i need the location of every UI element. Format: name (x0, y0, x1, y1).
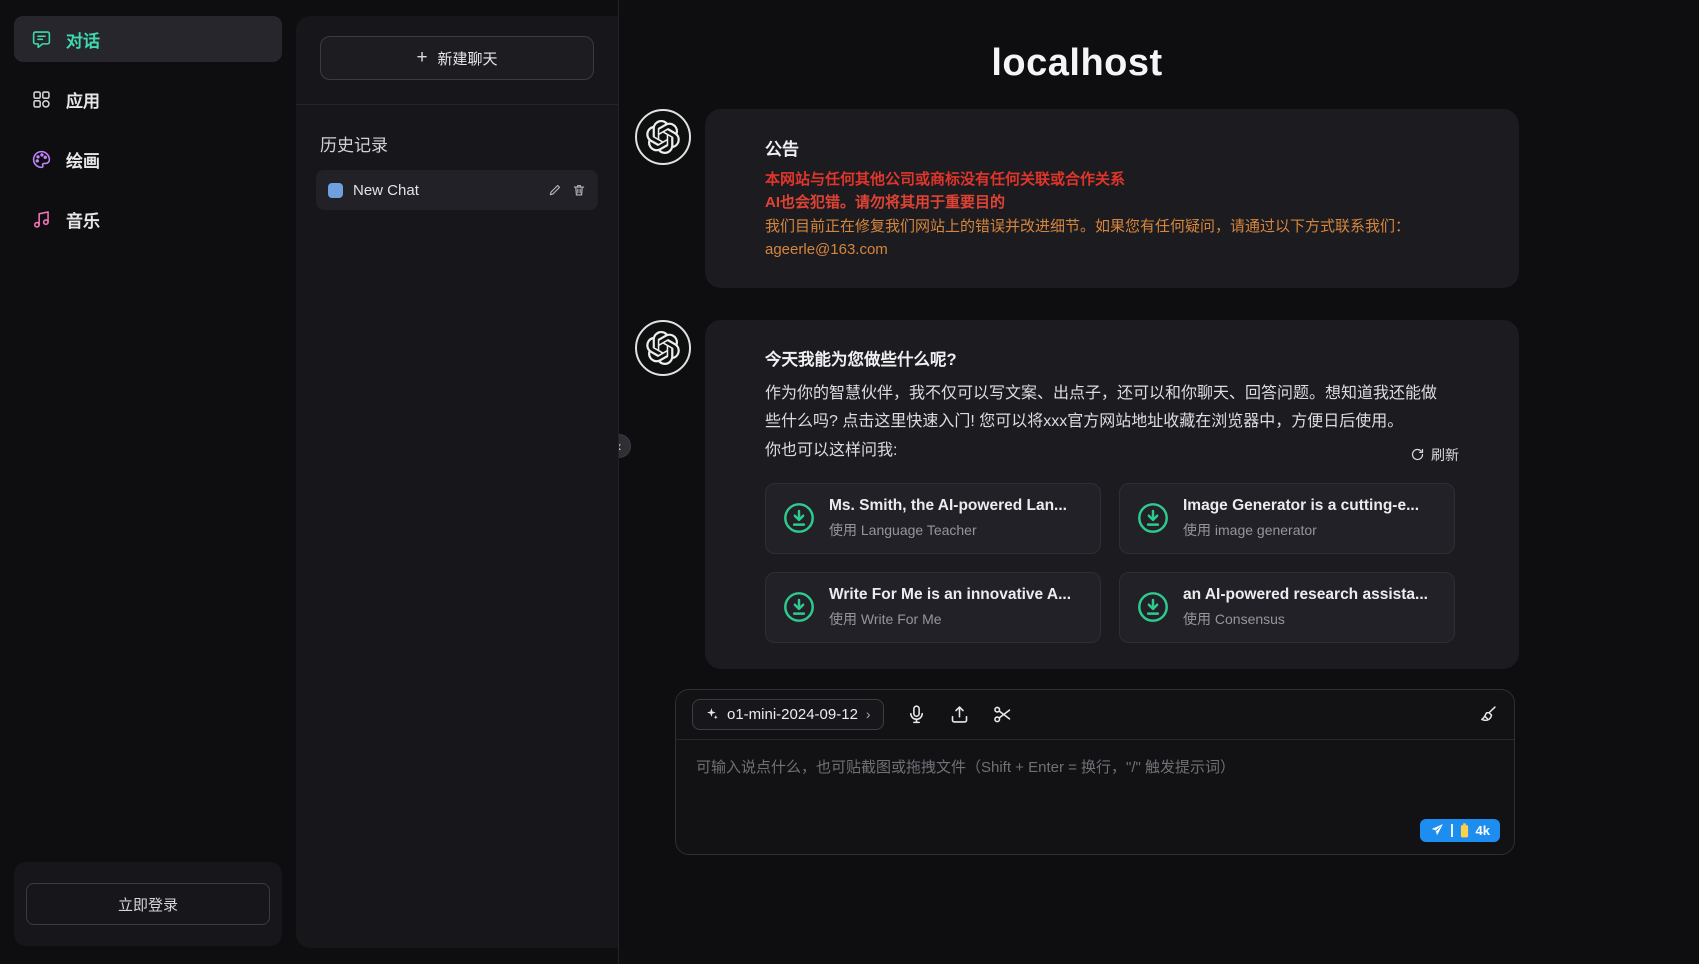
send-plane-icon (1430, 823, 1444, 837)
chat-column: localhost 公告 本网站与任何其他公司或商标没有任何关联或合作关系 AI… (635, 0, 1519, 855)
refresh-suggestions-button[interactable]: 刷新 (1410, 445, 1459, 465)
announcement-bubble: 公告 本网站与任何其他公司或商标没有任何关联或合作关系 AI也会犯错。请勿将其用… (705, 109, 1519, 288)
plus-icon: + (416, 47, 427, 69)
ask-hint: 你也可以这样问我: (765, 437, 897, 465)
suggestion-card[interactable]: Write For Me is an innovative A... 使用 Wr… (765, 572, 1101, 643)
history-top-section: + 新建聊天 (296, 16, 618, 105)
delete-icon[interactable] (572, 183, 586, 197)
palette-icon (31, 149, 52, 170)
suggestion-card[interactable]: Ms. Smith, the AI-powered Lan... 使用 Lang… (765, 483, 1101, 554)
chat-item-title: New Chat (353, 182, 538, 199)
message-input[interactable] (696, 756, 1494, 816)
announcement-email-link[interactable]: ageerle@163.com (765, 239, 1459, 260)
chat-history-item[interactable]: New Chat (316, 170, 598, 210)
upload-icon (949, 704, 970, 725)
suggestion-subtitle: 使用 Write For Me (829, 609, 1071, 629)
page-title: localhost (635, 42, 1519, 85)
sidebar-item-chat[interactable]: 对话 (14, 16, 282, 62)
sidebar-item-drawing[interactable]: 绘画 (14, 136, 282, 182)
announcement-line-3: 我们目前正在修复我们网站上的错误并改进细节。如果您有任何疑问，请通过以下方式联系… (765, 216, 1459, 237)
assistant-avatar (635, 320, 691, 376)
composer-body: 4k (676, 740, 1514, 854)
model-selector[interactable]: o1-mini-2024-09-12 › (692, 699, 884, 730)
suggestion-card[interactable]: Image Generator is a cutting-e... 使用 ima… (1119, 483, 1455, 554)
suggestion-grid: Ms. Smith, the AI-powered Lan... 使用 Lang… (765, 483, 1459, 643)
refresh-icon (1410, 447, 1425, 462)
login-button[interactable]: 立即登录 (26, 883, 270, 925)
sidebar-item-label: 应用 (66, 87, 100, 112)
login-panel: 立即登录 (14, 862, 282, 946)
battery-icon (1460, 823, 1469, 838)
apps-grid-icon (31, 89, 52, 110)
hint-row: 你也可以这样问我: 刷新 (765, 437, 1459, 465)
welcome-bubble: 今天我能为您做些什么呢? 作为你的智慧伙伴，我不仅可以写文案、出点子，还可以和你… (705, 320, 1519, 669)
chat-bubble-icon (31, 29, 52, 50)
send-button[interactable]: 4k (1420, 819, 1500, 842)
new-chat-button[interactable]: + 新建聊天 (320, 36, 594, 80)
announcement-title: 公告 (765, 135, 1459, 160)
badge-divider (1451, 824, 1453, 837)
screenshot-button[interactable] (992, 704, 1013, 725)
sidebar-item-label: 音乐 (66, 207, 100, 232)
main-chat-area: ‹ localhost 公告 本网站与任何其他公司或商标没有任何关联或合作关系 … (618, 0, 1699, 964)
microphone-button[interactable] (906, 704, 927, 725)
suggestion-subtitle: 使用 Consensus (1183, 609, 1428, 629)
announcement-line-1: 本网站与任何其他公司或商标没有任何关联或合作关系 (765, 169, 1459, 190)
chat-item-avatar (328, 183, 343, 198)
suggestion-subtitle: 使用 image generator (1183, 520, 1419, 540)
composer-toolbar: o1-mini-2024-09-12 › (676, 690, 1514, 740)
chevron-right-icon: › (866, 706, 871, 722)
sidebar-item-apps[interactable]: 应用 (14, 76, 282, 122)
openai-logo-icon (646, 331, 680, 365)
new-chat-label: 新建聊天 (438, 48, 498, 69)
sidebar: 对话 应用 绘画 (0, 0, 296, 964)
assistant-avatar (635, 109, 691, 165)
prompt-download-icon (1136, 501, 1170, 535)
token-count: 4k (1476, 823, 1490, 838)
upload-button[interactable] (949, 704, 970, 725)
openai-logo-icon (646, 120, 680, 154)
clear-context-button[interactable] (1477, 704, 1498, 725)
prompt-download-icon (782, 501, 816, 535)
refresh-label: 刷新 (1431, 445, 1459, 465)
suggestion-title: an AI-powered research assista... (1183, 586, 1428, 604)
history-panel: + 新建聊天 历史记录 New Chat (296, 16, 618, 948)
broom-icon (1477, 704, 1498, 725)
announcement-line-2: AI也会犯错。请勿将其用于重要目的 (765, 192, 1459, 213)
suggestion-subtitle: 使用 Language Teacher (829, 520, 1067, 540)
sidebar-item-label: 对话 (66, 27, 100, 52)
microphone-icon (906, 704, 927, 725)
app-root: 对话 应用 绘画 (0, 0, 1699, 964)
collapse-sidebar-button[interactable]: ‹ (618, 434, 631, 458)
prompt-download-icon (1136, 590, 1170, 624)
sparkle-icon (705, 707, 719, 721)
chat-item-actions (548, 183, 586, 197)
history-section-title: 历史记录 (296, 105, 618, 170)
model-name: o1-mini-2024-09-12 (727, 706, 858, 723)
welcome-body: 作为你的智慧伙伴，我不仅可以写文案、出点子，还可以和你聊天、回答问题。想知道我还… (765, 380, 1445, 435)
sidebar-item-music[interactable]: 音乐 (14, 196, 282, 242)
suggestion-title: Ms. Smith, the AI-powered Lan... (829, 497, 1067, 515)
welcome-title: 今天我能为您做些什么呢? (765, 346, 1459, 370)
message-announcement: 公告 本网站与任何其他公司或商标没有任何关联或合作关系 AI也会犯错。请勿将其用… (635, 109, 1519, 288)
music-note-icon (31, 209, 52, 230)
message-welcome: 今天我能为您做些什么呢? 作为你的智慧伙伴，我不仅可以写文案、出点子，还可以和你… (635, 320, 1519, 669)
scissors-icon (992, 704, 1013, 725)
suggestion-title: Write For Me is an innovative A... (829, 586, 1071, 604)
composer: o1-mini-2024-09-12 › (675, 689, 1515, 855)
edit-icon[interactable] (548, 183, 562, 197)
prompt-download-icon (782, 590, 816, 624)
sidebar-item-label: 绘画 (66, 147, 100, 172)
suggestion-title: Image Generator is a cutting-e... (1183, 497, 1419, 515)
suggestion-card[interactable]: an AI-powered research assista... 使用 Con… (1119, 572, 1455, 643)
